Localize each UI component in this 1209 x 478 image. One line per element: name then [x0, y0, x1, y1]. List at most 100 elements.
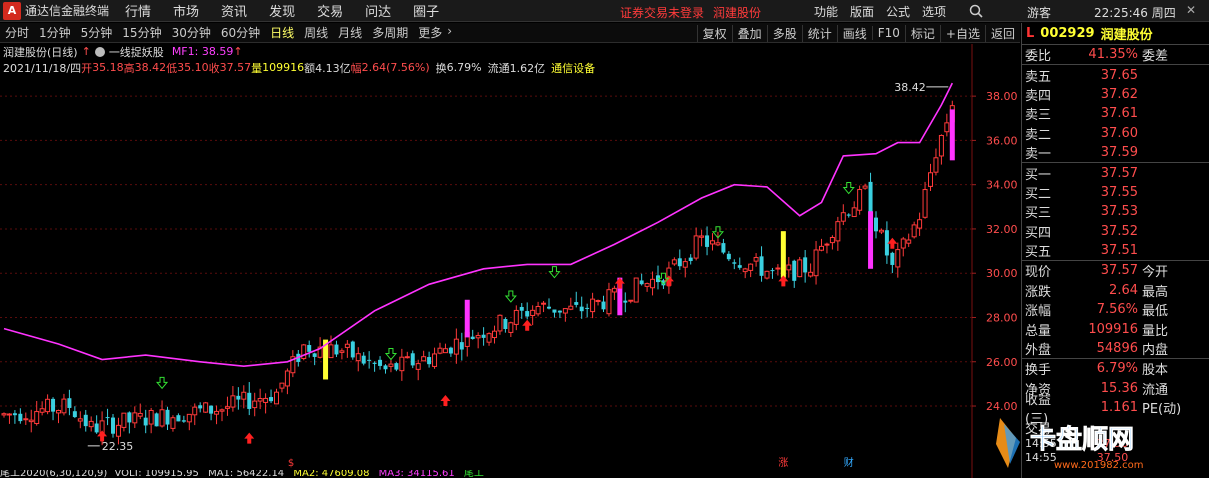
- candle-body: [835, 221, 841, 242]
- open-value: 35.18: [92, 61, 124, 74]
- stat-row[interactable]: 外盘 54896 内盘: [1022, 339, 1209, 358]
- stat2-row[interactable]: 收益(三) 1.161 PE(动): [1022, 393, 1209, 427]
- ask-row[interactable]: 卖二 37.60: [1022, 124, 1209, 143]
- multi-stock-button[interactable]: 多股: [766, 24, 802, 42]
- kline-canvas[interactable]: 24.00 26.00 28.00 30.00 32.00 34.00 36.00 38.00…: [0, 44, 1020, 478]
- app-logo[interactable]: A: [3, 1, 21, 20]
- stock-name[interactable]: 润建股份: [1101, 24, 1153, 43]
- candle-body: [759, 256, 764, 276]
- ask-row[interactable]: 卖五 37.65: [1022, 65, 1209, 85]
- menu-options[interactable]: 选项: [922, 3, 946, 20]
- period-tab-1[interactable]: 1分钟: [34, 24, 76, 41]
- menu-formula[interactable]: 公式: [886, 3, 910, 20]
- candle-body: [94, 423, 99, 433]
- stat-right-label: 内盘: [1142, 343, 1169, 359]
- stat-row[interactable]: 现价 37.57 今开: [1022, 261, 1209, 280]
- bid-row[interactable]: 买三 37.53: [1022, 202, 1209, 221]
- up-arrow-icon: ↑: [81, 45, 91, 58]
- candle-body: [224, 406, 230, 409]
- candle-body: [236, 395, 241, 400]
- back-button[interactable]: 返回: [984, 24, 1020, 42]
- candle-body: [23, 418, 29, 421]
- period-tab-8[interactable]: 月线: [333, 24, 367, 41]
- bid-value: 37.51: [1100, 243, 1138, 259]
- candle-body: [186, 413, 192, 423]
- bid-row[interactable]: 买五 37.51: [1022, 241, 1209, 260]
- menu-layout[interactable]: 版面: [850, 3, 874, 20]
- candle-body: [394, 363, 399, 370]
- stats-button[interactable]: 统计: [801, 24, 837, 42]
- stat-row[interactable]: 涨幅 7.56% 最低: [1022, 300, 1209, 319]
- period-tab-4[interactable]: 30分钟: [167, 24, 216, 41]
- menu-circle[interactable]: 圈子: [413, 1, 439, 20]
- event-marker: 财: [844, 456, 854, 469]
- tick-time: 14:55: [1025, 450, 1057, 464]
- bid-row[interactable]: 买四 37.52: [1022, 222, 1209, 241]
- period-tab-7[interactable]: 周线: [299, 24, 333, 41]
- candle-body: [61, 398, 67, 414]
- stat-label: 外盘: [1025, 343, 1052, 359]
- close-icon[interactable]: ✕: [1186, 3, 1196, 17]
- menu-quotes[interactable]: 行情: [125, 1, 151, 20]
- ratio-value: 41.35%: [1088, 47, 1138, 63]
- menu-news[interactable]: 资讯: [221, 1, 247, 20]
- candle-body: [705, 235, 710, 247]
- candle-body: [917, 219, 923, 229]
- mark-button[interactable]: 标记: [904, 24, 940, 42]
- stat2-right-label: 股本: [1142, 363, 1169, 379]
- ask-row[interactable]: 卖四 37.62: [1022, 85, 1209, 104]
- period-tab-0[interactable]: 分时: [0, 24, 34, 41]
- bid-row[interactable]: 买二 37.55: [1022, 183, 1209, 202]
- candle-body: [557, 310, 562, 313]
- bid-value: 37.57: [1100, 165, 1138, 181]
- stat-row[interactable]: 总量 109916 量比: [1022, 319, 1209, 339]
- candle-body: [748, 263, 754, 271]
- stat-right-label: 最高: [1142, 284, 1169, 300]
- amt-label: 额: [304, 61, 316, 75]
- period-tab-5[interactable]: 60分钟: [216, 24, 265, 41]
- candle-body: [214, 410, 220, 415]
- ask-value: 37.59: [1100, 145, 1138, 161]
- user-guest[interactable]: 游客: [1027, 4, 1051, 21]
- candle-body: [726, 253, 731, 260]
- login-status[interactable]: 证券交易未登录: [620, 4, 704, 21]
- f10-button[interactable]: F10: [871, 26, 905, 40]
- low-annotation: 22.35: [102, 440, 134, 453]
- stat-value: 37.57: [1100, 263, 1138, 279]
- menu-ask[interactable]: 问达: [365, 1, 391, 20]
- ask-row[interactable]: 卖一 37.59: [1022, 143, 1209, 162]
- draw-line-button[interactable]: 画线: [836, 24, 872, 42]
- ask-label: 卖四: [1025, 88, 1052, 104]
- menu-market[interactable]: 市场: [173, 1, 199, 20]
- indicator-toggle-icon[interactable]: [94, 46, 105, 57]
- add-watchlist-button[interactable]: +自选: [939, 24, 985, 42]
- period-tab-9[interactable]: 多周期: [367, 24, 413, 41]
- sell-arrow-icon: [155, 376, 169, 390]
- y-tick-label: 24.00: [986, 400, 1018, 413]
- period-tab-10[interactable]: 更多: [413, 24, 447, 41]
- stat2-row[interactable]: 交易: [1022, 417, 1209, 437]
- stock-code[interactable]: 002929: [1040, 26, 1094, 41]
- kline-chart[interactable]: 24.00 26.00 28.00 30.00 32.00 34.00 36.00 38.00…: [0, 44, 1020, 478]
- adjust-button[interactable]: 复权: [696, 24, 732, 42]
- period-tab-2[interactable]: 5分钟: [76, 24, 118, 41]
- bid-row[interactable]: 买一 37.57: [1022, 163, 1209, 183]
- candle-body: [633, 277, 639, 303]
- vol-label: 量: [251, 61, 263, 75]
- stat2-label: 交易: [1025, 421, 1052, 437]
- candle-body: [574, 302, 579, 305]
- period-tab-6[interactable]: 日线: [265, 24, 299, 41]
- menu-discover[interactable]: 发现: [269, 1, 295, 20]
- search-icon[interactable]: [968, 3, 984, 19]
- menu-trade[interactable]: 交易: [317, 1, 343, 20]
- y-tick-label: 34.00: [986, 179, 1018, 192]
- ask-row[interactable]: 卖三 37.61: [1022, 104, 1209, 123]
- stat2-row[interactable]: 换手 6.79% 股本: [1022, 359, 1209, 378]
- overlay-button[interactable]: 叠加: [731, 24, 767, 42]
- sector-link[interactable]: 通信设备: [551, 60, 595, 76]
- menu-function[interactable]: 功能: [814, 3, 838, 20]
- candle-body: [334, 344, 339, 355]
- stat-row[interactable]: 涨跌 2.64 最高: [1022, 281, 1209, 300]
- candle-body: [547, 306, 551, 309]
- period-tab-3[interactable]: 15分钟: [117, 24, 166, 41]
